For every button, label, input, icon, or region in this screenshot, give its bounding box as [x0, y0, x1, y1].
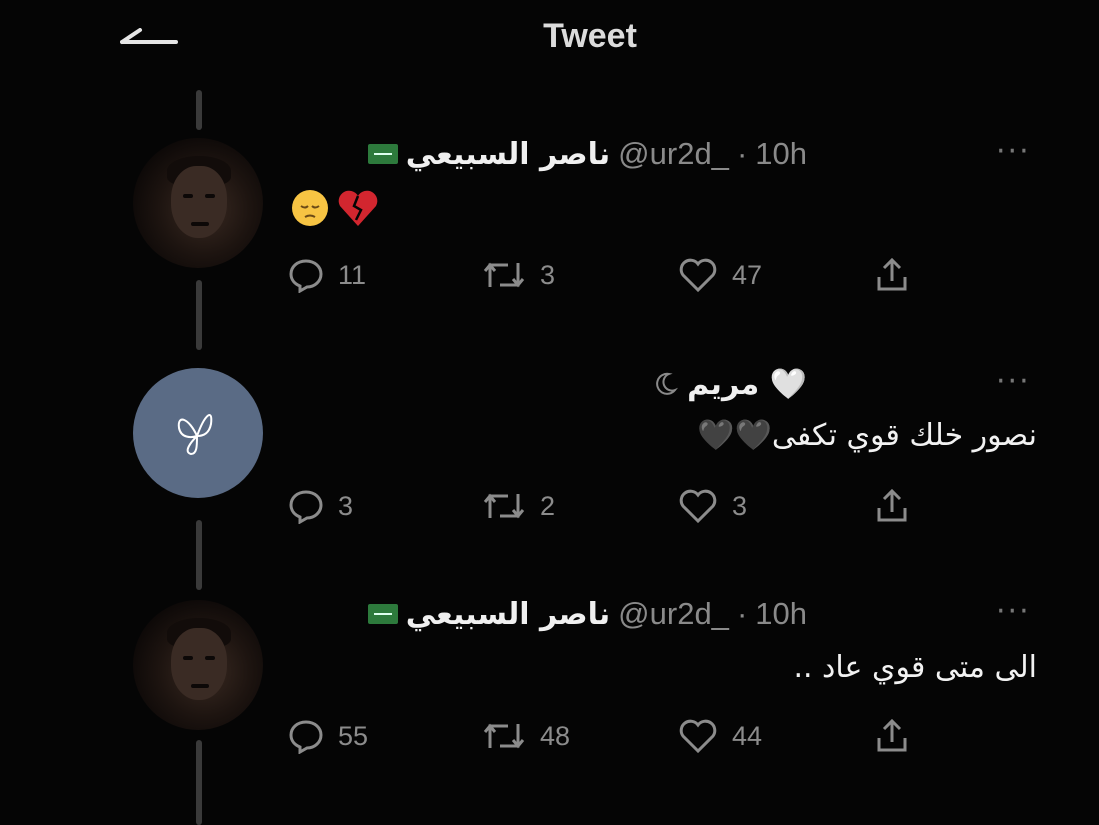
share-icon — [877, 718, 907, 752]
tweet-header: ناصر السبيعي @ur2d_ · 10h — [367, 134, 807, 174]
share-icon — [877, 488, 907, 522]
share-icon — [877, 257, 907, 291]
display-name[interactable]: ناصر السبيعي — [406, 597, 610, 632]
display-name[interactable]: مريم 🤍 — [687, 367, 807, 402]
saudi-flag-icon — [367, 144, 398, 164]
saudi-flag-icon — [367, 604, 398, 624]
username[interactable]: @ur2d_ — [618, 136, 729, 172]
share-button[interactable] — [874, 257, 910, 293]
thread-line — [196, 520, 202, 590]
heart-icon — [679, 719, 717, 754]
reply-count: 55 — [338, 720, 369, 751]
share-button[interactable] — [874, 488, 910, 524]
share-button[interactable] — [874, 718, 910, 754]
retweet-icon — [483, 493, 525, 519]
heart-icon — [679, 258, 717, 293]
like-count: 47 — [732, 259, 763, 290]
thread-line — [196, 740, 202, 825]
reply-button[interactable]: 11 — [288, 257, 366, 293]
tweet-header: ناصر السبيعي @ur2d_ · 10h — [367, 594, 807, 634]
top-bar: Tweet — [0, 0, 1099, 80]
crescent-icon — [656, 372, 679, 395]
reply-button[interactable]: 3 — [288, 488, 353, 524]
pensive-face-icon — [292, 190, 328, 226]
separator: · — [736, 136, 748, 171]
action-bar: 3 2 3 — [288, 486, 928, 526]
broken-heart-icon — [338, 190, 378, 226]
like-button[interactable]: 47 — [678, 257, 762, 293]
action-bar: 55 48 44 — [288, 716, 928, 756]
thread-line — [196, 90, 202, 130]
butterfly-icon — [177, 413, 213, 456]
emoji-row — [290, 188, 380, 228]
tweet-text: الى متى قوي عاد .. — [793, 650, 1037, 685]
retweet-icon — [483, 262, 525, 288]
arrow-left-icon[interactable] — [120, 28, 180, 58]
retweet-icon — [483, 723, 525, 749]
retweet-count: 3 — [540, 259, 556, 290]
username[interactable]: @ur2d_ — [618, 596, 729, 632]
separator: · — [736, 596, 748, 631]
retweet-count: 48 — [540, 720, 571, 751]
timestamp[interactable]: 10h — [755, 136, 807, 172]
like-count: 44 — [732, 720, 763, 751]
like-button[interactable]: 3 — [678, 488, 747, 524]
tweet-header: مريم 🤍 — [651, 364, 807, 404]
thread-line — [196, 280, 202, 350]
more-options-icon[interactable]: ··· — [996, 137, 1031, 167]
avatar[interactable] — [133, 138, 263, 268]
retweet-button[interactable]: 2 — [482, 488, 555, 524]
reply-icon — [289, 259, 323, 293]
action-bar: 11 3 47 — [288, 255, 928, 295]
reply-count: 3 — [338, 490, 354, 521]
reply-icon — [289, 720, 323, 754]
heart-icon — [679, 489, 717, 524]
avatar[interactable] — [133, 368, 263, 498]
retweet-count: 2 — [540, 490, 556, 521]
page-title: Tweet — [543, 17, 637, 55]
tweet-text: نصور خلك قوي تكفى🖤🖤 — [697, 418, 1037, 453]
retweet-button[interactable]: 48 — [482, 718, 570, 754]
like-count: 3 — [732, 490, 748, 521]
timestamp[interactable]: 10h — [755, 596, 807, 632]
avatar[interactable] — [133, 600, 263, 730]
display-name[interactable]: ناصر السبيعي — [406, 137, 610, 172]
reply-icon — [289, 490, 323, 524]
retweet-button[interactable]: 3 — [482, 257, 555, 293]
like-button[interactable]: 44 — [678, 718, 762, 754]
reply-button[interactable]: 55 — [288, 718, 368, 754]
more-options-icon[interactable]: ··· — [996, 597, 1031, 627]
reply-count: 11 — [338, 259, 367, 290]
more-options-icon[interactable]: ··· — [996, 367, 1031, 397]
